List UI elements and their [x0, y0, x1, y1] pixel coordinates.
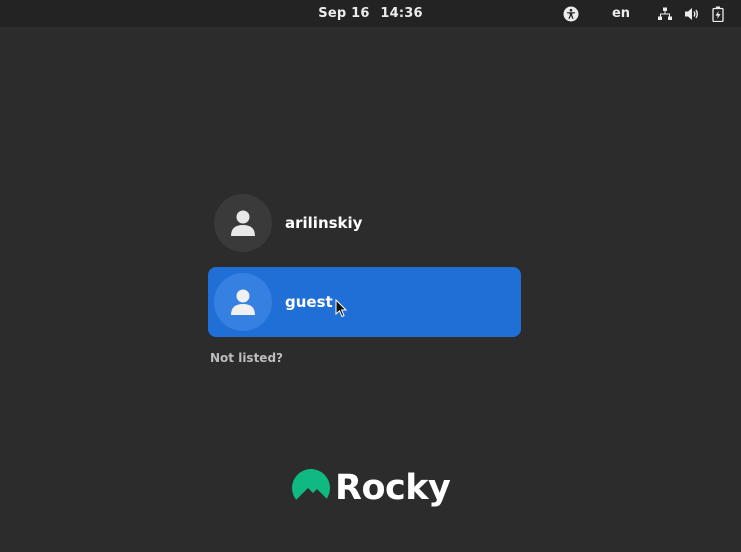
user-name: arilinskiy: [285, 214, 363, 232]
avatar: [214, 194, 272, 252]
logo-text: Rocky: [335, 468, 451, 508]
not-listed-link[interactable]: Not listed?: [210, 351, 283, 365]
clock-date: Sep 16: [318, 6, 370, 21]
user-icon: [231, 289, 255, 315]
rocky-logo-icon: [292, 469, 330, 507]
user-item-guest[interactable]: guest: [208, 267, 521, 337]
login-screen: Sep 16 14:36 en arilinskiy guest Not lis…: [0, 0, 741, 552]
network-icon[interactable]: [656, 0, 674, 27]
rocky-logo: Rocky: [291, 466, 451, 510]
user-item-arilinskiy[interactable]: arilinskiy: [208, 188, 521, 258]
avatar: [214, 273, 272, 331]
accessibility-icon[interactable]: [562, 0, 580, 27]
user-icon: [231, 210, 255, 236]
mouse-cursor-icon: [335, 299, 348, 318]
volume-icon[interactable]: [683, 0, 701, 27]
clock-time: 14:36: [380, 6, 423, 21]
battery-icon[interactable]: [710, 0, 726, 27]
top-bar: Sep 16 14:36 en: [0, 0, 741, 27]
user-name: guest: [285, 293, 333, 311]
language-indicator[interactable]: en: [607, 0, 635, 27]
